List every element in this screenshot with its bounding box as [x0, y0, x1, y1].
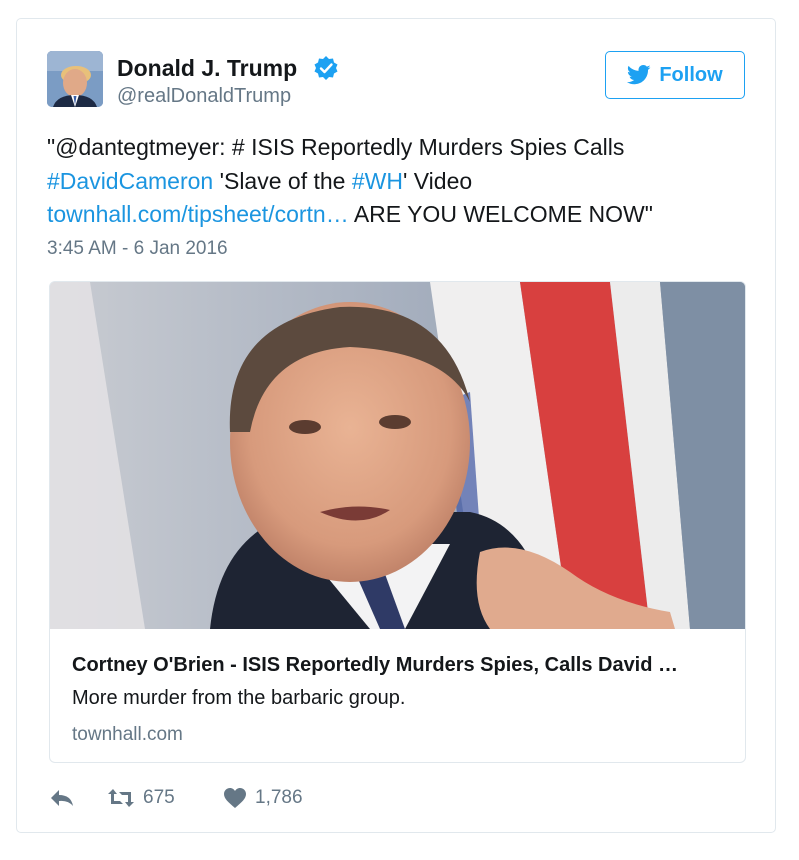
card-image[interactable]	[50, 282, 745, 629]
hashtag-wh-link[interactable]: #WH	[352, 168, 403, 194]
tweet-card: Donald J. Trump @realDonaldTrump Follow …	[16, 18, 776, 833]
link-preview-card[interactable]: Cortney O'Brien - ISIS Reportedly Murder…	[49, 281, 746, 763]
retweet-count: 675	[143, 787, 175, 808]
twitter-bird-icon	[627, 65, 651, 85]
tweet-text: "@dantegtmeyer: # ISIS Reportedly Murder…	[47, 131, 747, 232]
tweet-text-end: ' Video	[402, 167, 473, 194]
tweet-text-tail: ARE YOU WELCOME NOW"	[348, 201, 653, 227]
reply-button[interactable]	[49, 787, 75, 809]
heart-icon	[224, 788, 246, 808]
tweet-text-mid: 'Slave of the	[213, 167, 352, 194]
retweet-button[interactable]: 675	[107, 787, 175, 809]
tweet-text-line1: "@dantegtmeyer: # ISIS Reportedly Murder…	[47, 134, 625, 160]
author-handle[interactable]: @realDonaldTrump	[117, 85, 291, 108]
townhall-url-link[interactable]: townhall.com/tipsheet/cortn…	[47, 201, 349, 227]
follow-button[interactable]: Follow	[605, 51, 745, 99]
author-name[interactable]: Donald J. Trump	[117, 55, 297, 82]
avatar[interactable]	[47, 51, 103, 107]
card-title[interactable]: Cortney O'Brien - ISIS Reportedly Murder…	[72, 654, 678, 677]
like-button[interactable]: 1,786	[223, 787, 303, 809]
hashtag-davidcameron-link[interactable]: #DavidCameron	[47, 168, 213, 194]
like-count: 1,786	[255, 787, 303, 808]
card-description: More murder from the barbaric group.	[72, 687, 406, 709]
tweet-timestamp[interactable]: 3:45 AM - 6 Jan 2016	[47, 238, 228, 260]
follow-button-label: Follow	[659, 63, 723, 86]
card-domain: townhall.com	[72, 724, 183, 745]
verified-badge-icon	[314, 56, 338, 80]
retweet-icon	[108, 789, 134, 807]
reply-icon	[51, 790, 73, 806]
